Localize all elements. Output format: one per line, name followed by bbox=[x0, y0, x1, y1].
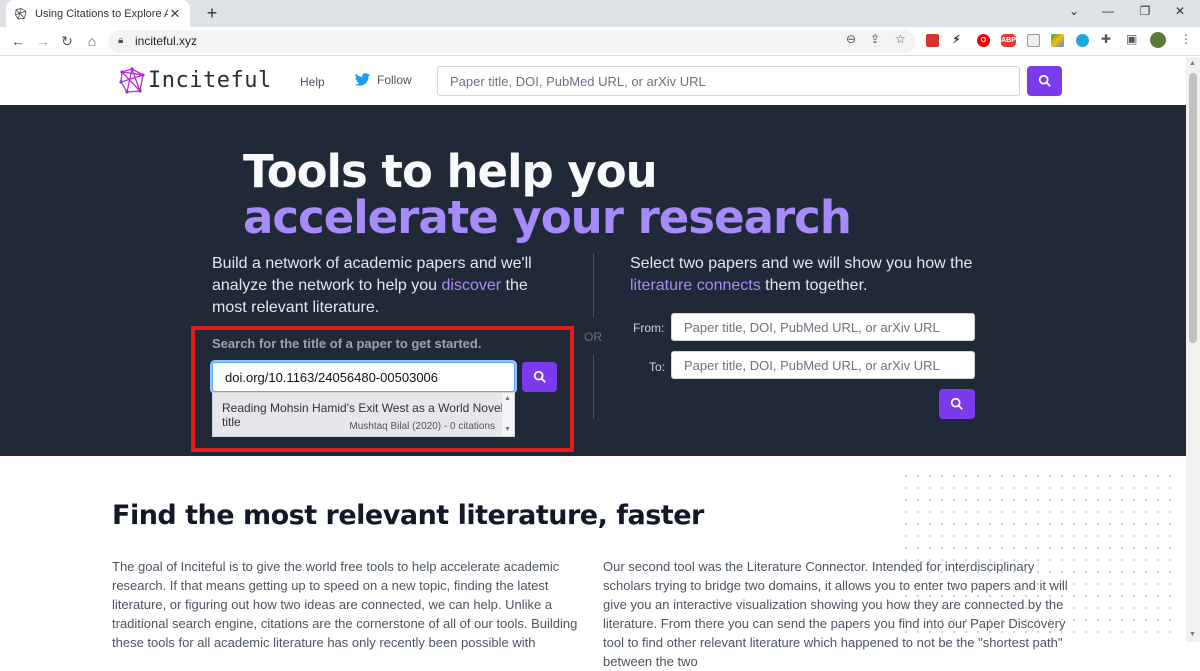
forward-icon[interactable]: → bbox=[35, 33, 51, 49]
browser-tab-bar: Using Citations to Explore Acade ✕ + ⌄ —… bbox=[0, 0, 1200, 27]
from-paper-input[interactable] bbox=[671, 313, 975, 341]
follow-link[interactable]: Follow bbox=[354, 73, 412, 87]
inciteful-favicon-icon bbox=[14, 7, 27, 19]
bookmark-star-icon[interactable]: ☆ bbox=[895, 32, 906, 46]
menu-kebab-icon[interactable]: ⋮ bbox=[1180, 32, 1192, 46]
discover-link[interactable]: discover bbox=[441, 277, 501, 294]
url-text: inciteful.xyz bbox=[135, 34, 198, 48]
site-header: Inciteful Help Follow bbox=[0, 57, 1186, 105]
logo-text[interactable]: Inciteful bbox=[148, 68, 272, 93]
connect-search-button[interactable] bbox=[939, 389, 975, 419]
scroll-up-icon[interactable]: ▲ bbox=[1189, 60, 1196, 67]
extension-doc-icon[interactable] bbox=[1027, 34, 1040, 47]
minimize-icon[interactable]: — bbox=[1098, 4, 1118, 18]
header-search-button[interactable] bbox=[1027, 66, 1062, 96]
extension-abp-icon[interactable]: ABP bbox=[1001, 34, 1016, 47]
right-desc-post: them together. bbox=[760, 277, 868, 294]
extensions-puzzle-icon[interactable]: ✚ bbox=[1101, 32, 1111, 46]
profile-avatar[interactable] bbox=[1150, 32, 1166, 48]
drive-icon[interactable] bbox=[1051, 34, 1064, 47]
to-paper-input[interactable] bbox=[671, 351, 975, 379]
intro-paragraph: The goal of Inciteful is to give the wor… bbox=[112, 559, 578, 650]
to-label: To: bbox=[649, 360, 666, 374]
extension-circle-icon[interactable] bbox=[1076, 34, 1089, 47]
section-title: Find the most relevant literature, faste… bbox=[112, 500, 704, 531]
address-bar[interactable]: 🔒︎ inciteful.xyz bbox=[108, 30, 916, 53]
divider bbox=[593, 253, 594, 317]
tab-search-icon[interactable]: ⌄ bbox=[1064, 4, 1084, 18]
red-highlight-box bbox=[191, 326, 574, 452]
scroll-down-icon[interactable]: ▼ bbox=[1189, 631, 1196, 638]
search-icon bbox=[950, 397, 963, 410]
or-label: OR bbox=[584, 330, 602, 344]
zoom-icon[interactable]: ⊖ bbox=[846, 32, 856, 46]
tab-title: Using Citations to Explore Acade bbox=[35, 7, 168, 20]
hero-title-line2: accelerate your research bbox=[243, 191, 852, 244]
share-icon[interactable]: ⇪ bbox=[870, 32, 880, 46]
page-scrollbar[interactable]: ▲ ▼ bbox=[1186, 57, 1200, 642]
browser-toolbar: ← → ↻ ⌂ 🔒︎ inciteful.xyz ⊖ ⇪ ☆ ⚡︎ O ABP … bbox=[0, 27, 1200, 56]
search-icon bbox=[1038, 74, 1051, 87]
inciteful-logo-icon[interactable] bbox=[118, 67, 146, 95]
divider bbox=[593, 355, 594, 419]
twitter-icon bbox=[354, 73, 371, 86]
literature-connector-description: Select two papers and we will show you h… bbox=[630, 253, 990, 297]
new-tab-icon[interactable]: + bbox=[203, 3, 221, 24]
scrollbar-thumb[interactable] bbox=[1189, 73, 1197, 343]
connector-paragraph: Our second tool was the Literature Conne… bbox=[603, 559, 1068, 669]
side-panel-icon[interactable]: ▣ bbox=[1126, 32, 1137, 46]
browser-tab[interactable]: Using Citations to Explore Acade ✕ bbox=[6, 0, 190, 27]
from-label: From: bbox=[633, 321, 665, 335]
lock-icon: 🔒︎ bbox=[118, 35, 124, 46]
right-desc-pre: Select two papers and we will show you h… bbox=[630, 255, 973, 272]
hero-section: Tools to help you accelerate your resear… bbox=[0, 105, 1186, 456]
paper-discovery-description: Build a network of academic papers and w… bbox=[212, 253, 552, 319]
follow-label: Follow bbox=[377, 73, 412, 87]
literature-connects-link[interactable]: literature connects bbox=[630, 277, 761, 294]
help-link[interactable]: Help bbox=[300, 75, 325, 89]
home-icon[interactable]: ⌂ bbox=[84, 33, 100, 49]
header-search-input[interactable] bbox=[437, 66, 1020, 96]
reload-icon[interactable]: ↻ bbox=[59, 33, 75, 50]
close-tab-icon[interactable]: ✕ bbox=[168, 6, 182, 22]
extension-opera-icon[interactable]: O bbox=[977, 34, 990, 47]
back-icon[interactable]: ← bbox=[10, 33, 26, 49]
extension-bolt-icon[interactable]: ⚡︎ bbox=[950, 34, 963, 47]
extension-red-icon[interactable] bbox=[926, 34, 939, 47]
restore-icon[interactable]: ❐ bbox=[1135, 4, 1155, 18]
close-window-icon[interactable]: ✕ bbox=[1170, 4, 1190, 18]
